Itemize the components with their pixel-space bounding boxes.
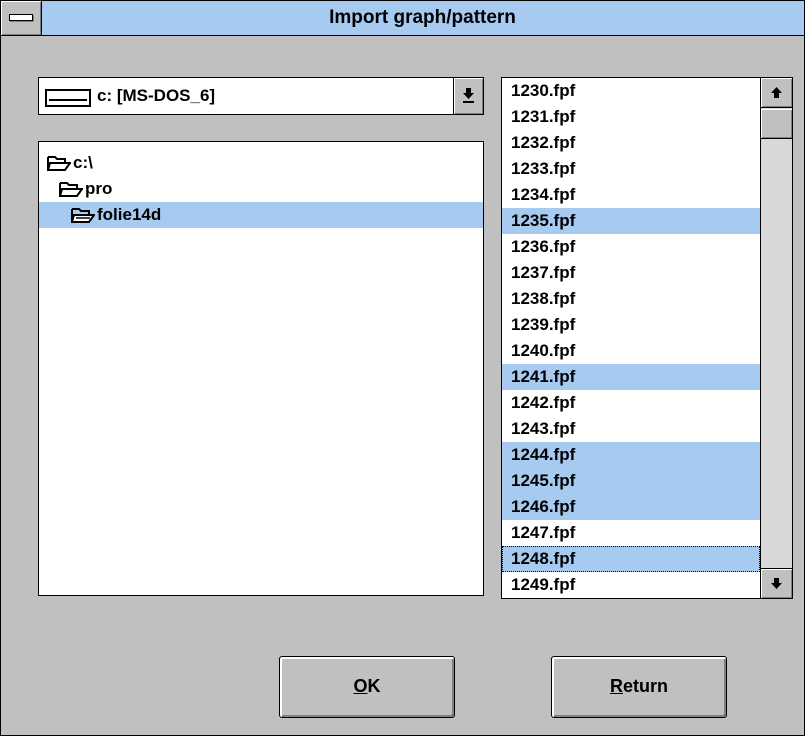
return-label: eturn — [623, 676, 668, 696]
title-bar: Import graph/pattern — [1, 1, 804, 36]
drive-dropdown-button[interactable] — [453, 78, 483, 114]
file-item[interactable]: 1236.fpf — [502, 234, 760, 260]
open-folder-icon — [47, 156, 71, 171]
file-item[interactable]: 1242.fpf — [502, 390, 760, 416]
system-menu-button[interactable] — [1, 1, 42, 35]
file-list[interactable]: 1230.fpf 1231.fpf 1232.fpf 1233.fpf 1234.fpf… — [501, 77, 793, 599]
file-name: 1232.fpf — [511, 133, 576, 152]
file-item[interactable]: 1244.fpf — [502, 442, 760, 468]
file-list-scrollbar[interactable] — [760, 78, 792, 598]
system-menu-icon — [9, 14, 33, 21]
file-item[interactable]: 1247.fpf — [502, 520, 760, 546]
file-item[interactable]: 1240.fpf — [502, 338, 760, 364]
drive-select-value: c: [MS-DOS_6] — [97, 86, 216, 105]
directory-item[interactable]: pro — [39, 176, 483, 202]
file-name: 1233.fpf — [511, 159, 576, 178]
file-name: 1248.fpf — [511, 549, 576, 568]
file-name: 1235.fpf — [511, 211, 576, 230]
arrow-down-icon — [771, 578, 782, 589]
file-item[interactable]: 1234.fpf — [502, 182, 760, 208]
file-name: 1237.fpf — [511, 263, 576, 282]
window-title: Import graph/pattern — [329, 7, 516, 28]
file-item[interactable]: 1241.fpf — [502, 364, 760, 390]
directory-list[interactable]: c:\ pro folie14d — [38, 141, 484, 596]
file-name: 1242.fpf — [511, 393, 576, 412]
file-item[interactable]: 1243.fpf — [502, 416, 760, 442]
file-name: 1239.fpf — [511, 315, 576, 334]
file-item[interactable]: 1235.fpf — [502, 208, 760, 234]
file-name: 1236.fpf — [511, 237, 576, 256]
scroll-down-button[interactable] — [761, 568, 792, 598]
file-item[interactable]: 1246.fpf — [502, 494, 760, 520]
file-item[interactable]: 1245.fpf — [502, 468, 760, 494]
file-item[interactable]: 1230.fpf — [502, 78, 760, 104]
scroll-thumb[interactable] — [761, 109, 792, 139]
ok-mnemonic: O — [353, 676, 368, 696]
drive-icon — [45, 89, 91, 107]
import-dialog: Import graph/pattern c: [MS-DOS_6] c:\ pr… — [0, 0, 805, 736]
file-name: 1238.fpf — [511, 289, 576, 308]
return-button[interactable]: Return — [551, 656, 727, 718]
directory-item[interactable]: folie14d — [39, 202, 483, 228]
directory-label: pro — [85, 179, 113, 198]
directory-label: folie14d — [97, 205, 162, 224]
file-item[interactable]: 1237.fpf — [502, 260, 760, 286]
drive-select[interactable]: c: [MS-DOS_6] — [38, 77, 484, 115]
file-name: 1230.fpf — [511, 81, 576, 100]
directory-item[interactable]: c:\ — [39, 150, 483, 176]
directory-label: c:\ — [73, 153, 93, 172]
scroll-up-button[interactable] — [761, 78, 792, 108]
ok-label: K — [367, 676, 381, 696]
file-item[interactable]: 1238.fpf — [502, 286, 760, 312]
file-item[interactable]: 1249.fpf — [502, 572, 760, 598]
file-name: 1244.fpf — [511, 445, 576, 464]
file-name: 1246.fpf — [511, 497, 576, 516]
file-item[interactable]: 1248.fpf — [502, 546, 760, 572]
file-name: 1245.fpf — [511, 471, 576, 490]
file-name: 1247.fpf — [511, 523, 576, 542]
file-item[interactable]: 1239.fpf — [502, 312, 760, 338]
arrow-down-icon — [463, 88, 474, 103]
file-item[interactable]: 1231.fpf — [502, 104, 760, 130]
file-name: 1243.fpf — [511, 419, 576, 438]
file-name: 1249.fpf — [511, 575, 576, 594]
open-folder-icon — [71, 208, 95, 223]
file-name: 1240.fpf — [511, 341, 576, 360]
arrow-up-icon — [771, 87, 782, 98]
file-name: 1231.fpf — [511, 107, 576, 126]
file-name: 1241.fpf — [511, 367, 576, 386]
open-folder-icon — [59, 182, 83, 197]
file-item[interactable]: 1232.fpf — [502, 130, 760, 156]
return-mnemonic: R — [610, 676, 623, 696]
file-item[interactable]: 1233.fpf — [502, 156, 760, 182]
ok-button[interactable]: OK — [279, 656, 455, 718]
file-name: 1234.fpf — [511, 185, 576, 204]
